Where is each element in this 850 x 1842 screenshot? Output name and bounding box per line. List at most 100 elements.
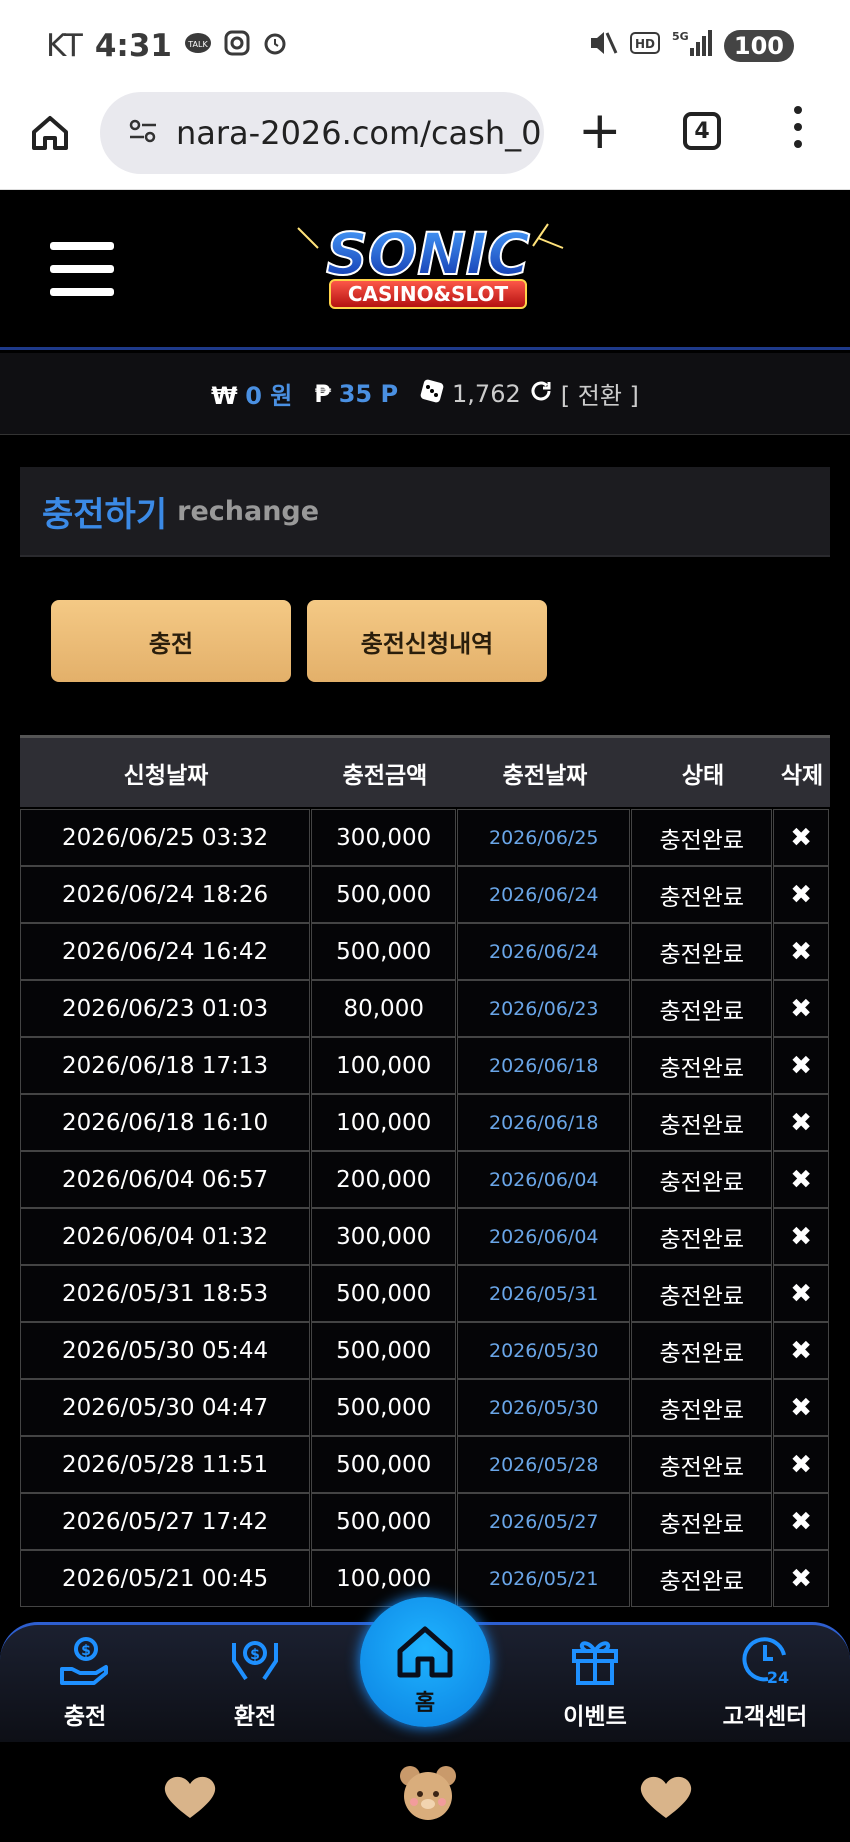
request-date-cell: 2026/05/28 11:51 [20, 1436, 311, 1493]
mute-icon [588, 29, 618, 62]
nav-home[interactable]: 홈 [360, 1597, 490, 1727]
request-date-cell: 2026/06/23 01:03 [20, 980, 311, 1037]
charge-date-cell: 2026/06/24 [457, 923, 631, 980]
convert-button[interactable]: [ 전환 ] [561, 376, 639, 411]
svg-text:TALK: TALK [187, 40, 208, 49]
delete-button[interactable]: ✖ [773, 1151, 829, 1208]
svg-text:24: 24 [767, 1668, 789, 1687]
page-title-box: 충전하기 rechange [20, 467, 830, 557]
charge-date-cell: 2026/06/18 [457, 1094, 631, 1151]
status-bar: KT 4:31 TALK HD 5G 100 [0, 0, 850, 92]
table-row: 2026/05/30 04:47 500,000 2026/05/30 충전완료 ✖ [20, 1379, 830, 1436]
new-tab-button[interactable]: + [578, 96, 622, 166]
nav-charge-label: 충전 [63, 1704, 107, 1730]
amount-cell: 500,000 [311, 923, 457, 980]
tab-switcher-button[interactable]: 4 [683, 112, 721, 150]
support-24-icon: 24 [738, 1633, 792, 1687]
hamburger-menu-icon[interactable] [50, 242, 114, 311]
nav-charge[interactable]: $ 충전 [30, 1633, 140, 1731]
bottom-nav-area: $ 충전 $ 환전 홈 이벤트 24 고객센터 [0, 1597, 850, 1842]
header-delete: 삭제 [780, 762, 824, 789]
delete-button[interactable]: ✖ [773, 1037, 829, 1094]
delete-button[interactable]: ✖ [773, 1322, 829, 1379]
point-symbol: ₱ [314, 379, 332, 408]
nav-support[interactable]: 24 고객센터 [710, 1633, 820, 1731]
charge-date-cell: 2026/06/18 [457, 1037, 631, 1094]
chip-balance: 1,762 [452, 379, 521, 408]
nav-home-label: 홈 [414, 1691, 436, 1716]
table-row: 2026/05/31 18:53 500,000 2026/05/31 충전완료 ✖ [20, 1265, 830, 1322]
table-row: 2026/06/25 03:32 300,000 2026/06/25 충전완료 ✖ [20, 809, 830, 866]
charge-history-button[interactable]: 충전신청내역 [307, 600, 547, 682]
svg-text:5G: 5G [672, 30, 689, 43]
won-symbol: ₩ [211, 382, 238, 410]
status-cell: 충전완료 [631, 1094, 773, 1151]
delete-button[interactable]: ✖ [773, 980, 829, 1037]
recharge-table: 신청날짜 충전금액 충전날짜 상태 삭제 2026/06/25 03:32 300… [20, 735, 830, 1607]
request-date-cell: 2026/05/21 00:45 [20, 1550, 311, 1607]
charge-date-cell: 2026/06/04 [457, 1208, 631, 1265]
charge-date-cell: 2026/06/25 [457, 809, 631, 866]
table-row: 2026/05/30 05:44 500,000 2026/05/30 충전완료 ✖ [20, 1322, 830, 1379]
charge-date-cell: 2026/06/24 [457, 866, 631, 923]
status-cell: 충전완료 [631, 1379, 773, 1436]
request-date-cell: 2026/05/30 04:47 [20, 1379, 311, 1436]
refresh-icon[interactable] [529, 379, 553, 409]
charge-date-cell: 2026/06/04 [457, 1151, 631, 1208]
delete-button[interactable]: ✖ [773, 866, 829, 923]
delete-button[interactable]: ✖ [773, 1208, 829, 1265]
charge-date-cell: 2026/06/23 [457, 980, 631, 1037]
nav-exchange[interactable]: $ 환전 [200, 1633, 310, 1731]
page-title: 충전하기 [42, 494, 168, 535]
delete-button[interactable]: ✖ [773, 1436, 829, 1493]
url-text: nara-2026.com/cash_01 [176, 114, 544, 152]
alarm-icon [262, 28, 288, 64]
delete-button[interactable]: ✖ [773, 923, 829, 980]
request-date-cell: 2026/06/24 16:42 [20, 923, 311, 980]
table-row: 2026/06/24 16:42 500,000 2026/06/24 충전완료 ✖ [20, 923, 830, 980]
talk-icon: TALK [184, 28, 212, 64]
table-header: 신청날짜 충전금액 충전날짜 상태 삭제 [20, 735, 830, 807]
status-cell: 충전완료 [631, 1493, 773, 1550]
amount-cell: 500,000 [311, 1265, 457, 1322]
amount-cell: 300,000 [311, 1208, 457, 1265]
balance-bar: ₩ 0 원 ₱ 35 P 1,762 [ 전환 ] [0, 353, 850, 435]
delete-button[interactable]: ✖ [773, 1094, 829, 1151]
svg-text:$: $ [81, 1643, 91, 1659]
charge-date-cell: 2026/05/30 [457, 1322, 631, 1379]
table-row: 2026/06/18 17:13 100,000 2026/06/18 충전완료 ✖ [20, 1037, 830, 1094]
dice-icon [420, 379, 444, 409]
delete-button[interactable]: ✖ [773, 809, 829, 866]
table-row: 2026/06/18 16:10 100,000 2026/06/18 충전완료 ✖ [20, 1094, 830, 1151]
site-logo[interactable]: SONIC CASINO&SLOT [278, 218, 578, 318]
heart-icon[interactable] [636, 1772, 696, 1824]
table-row: 2026/05/27 17:42 500,000 2026/05/27 충전완료 ✖ [20, 1493, 830, 1550]
delete-button[interactable]: ✖ [773, 1265, 829, 1322]
clock: 4:31 [94, 28, 172, 64]
delete-button[interactable]: ✖ [773, 1379, 829, 1436]
site-settings-icon[interactable] [128, 118, 158, 148]
status-cell: 충전완료 [631, 923, 773, 980]
status-cell: 충전완료 [631, 1436, 773, 1493]
instagram-icon [224, 28, 250, 64]
house-icon [397, 1626, 453, 1678]
table-body: 2026/06/25 03:32 300,000 2026/06/25 충전완료 ✖ 20… [20, 809, 830, 1607]
charge-button[interactable]: 충전 [51, 600, 291, 682]
delete-button[interactable]: ✖ [773, 1493, 829, 1550]
table-row: 2026/06/04 06:57 200,000 2026/06/04 충전완료 ✖ [20, 1151, 830, 1208]
nav-event[interactable]: 이벤트 [540, 1633, 650, 1731]
more-menu-icon[interactable] [794, 106, 806, 157]
heart-icon[interactable] [160, 1772, 220, 1824]
request-date-cell: 2026/05/27 17:42 [20, 1493, 311, 1550]
status-cell: 충전완료 [631, 1322, 773, 1379]
header-charge-date: 충전날짜 [502, 762, 588, 789]
delete-button[interactable]: ✖ [773, 1550, 829, 1607]
amount-cell: 100,000 [311, 1094, 457, 1151]
status-cell: 충전완료 [631, 1265, 773, 1322]
status-cell: 충전완료 [631, 809, 773, 866]
charge-date-cell: 2026/05/30 [457, 1379, 631, 1436]
header-amount: 충전금액 [342, 762, 428, 789]
address-bar[interactable]: nara-2026.com/cash_01 [100, 92, 544, 174]
bear-icon[interactable] [396, 1762, 460, 1826]
home-icon[interactable] [28, 110, 72, 154]
